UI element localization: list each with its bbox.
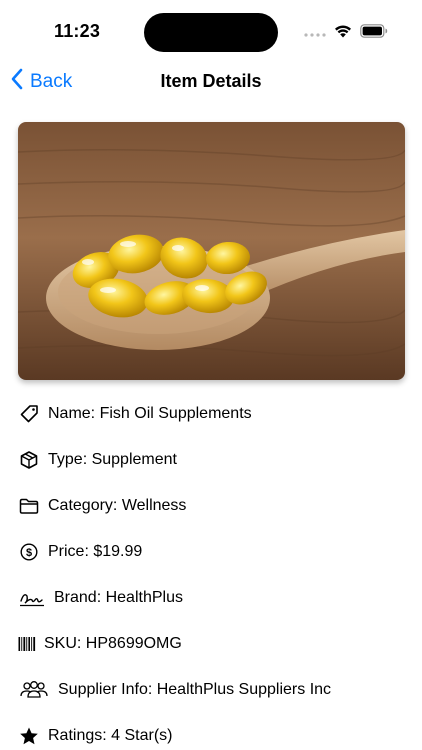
detail-row-ratings: Ratings: 4 Star(s): [18, 722, 172, 750]
navigation-bar: Back Item Details: [0, 60, 422, 104]
detail-text: Ratings: 4 Star(s): [48, 727, 173, 744]
detail-text: Price: $19.99: [48, 543, 143, 560]
wifi-icon: [334, 24, 352, 43]
detail-text: Brand: HealthPlus: [54, 589, 183, 606]
dynamic-island: [144, 13, 278, 52]
detail-text: SKU: HP8699OMG: [44, 635, 182, 652]
page-title: Item Details: [160, 71, 262, 91]
detail-text: Type: Supplement: [48, 451, 177, 468]
tag-icon: [18, 403, 40, 425]
detail-row-name: Name: Fish Oil Supplements: [18, 400, 252, 428]
folder-icon: [18, 495, 40, 517]
detail-row-sku: SKU: HP8699OMG: [18, 630, 182, 658]
detail-row-type: Type: Supplement: [18, 446, 177, 474]
status-bar: 11:23: [0, 0, 422, 60]
status-icons: [304, 24, 388, 43]
detail-text: Category: Wellness: [48, 497, 187, 514]
status-time: 11:23: [54, 21, 101, 41]
detail-row-price: $ Price: $19.99: [18, 538, 142, 566]
battery-icon: [360, 24, 388, 43]
signature-icon: [18, 587, 46, 609]
item-details-screen: 11:23 Back Item Details Name: Fish Oil S…: [0, 0, 422, 750]
detail-row-brand: Brand: HealthPlus: [18, 584, 183, 612]
detail-row-supplier: Supplier Info: HealthPlus Suppliers Inc: [18, 676, 331, 704]
star-icon: [18, 725, 40, 747]
detail-text: Name: Fish Oil Supplements: [48, 405, 252, 422]
product-image: [18, 122, 405, 380]
barcode-icon: [18, 633, 36, 655]
box-icon: [18, 449, 40, 471]
detail-row-category: Category: Wellness: [18, 492, 186, 520]
dollar-circle-icon: $: [18, 541, 40, 563]
people-icon: [18, 679, 50, 701]
svg-text:$: $: [26, 547, 32, 559]
signal-dots-icon: [304, 25, 326, 43]
detail-text: Supplier Info: HealthPlus Suppliers Inc: [58, 681, 332, 698]
